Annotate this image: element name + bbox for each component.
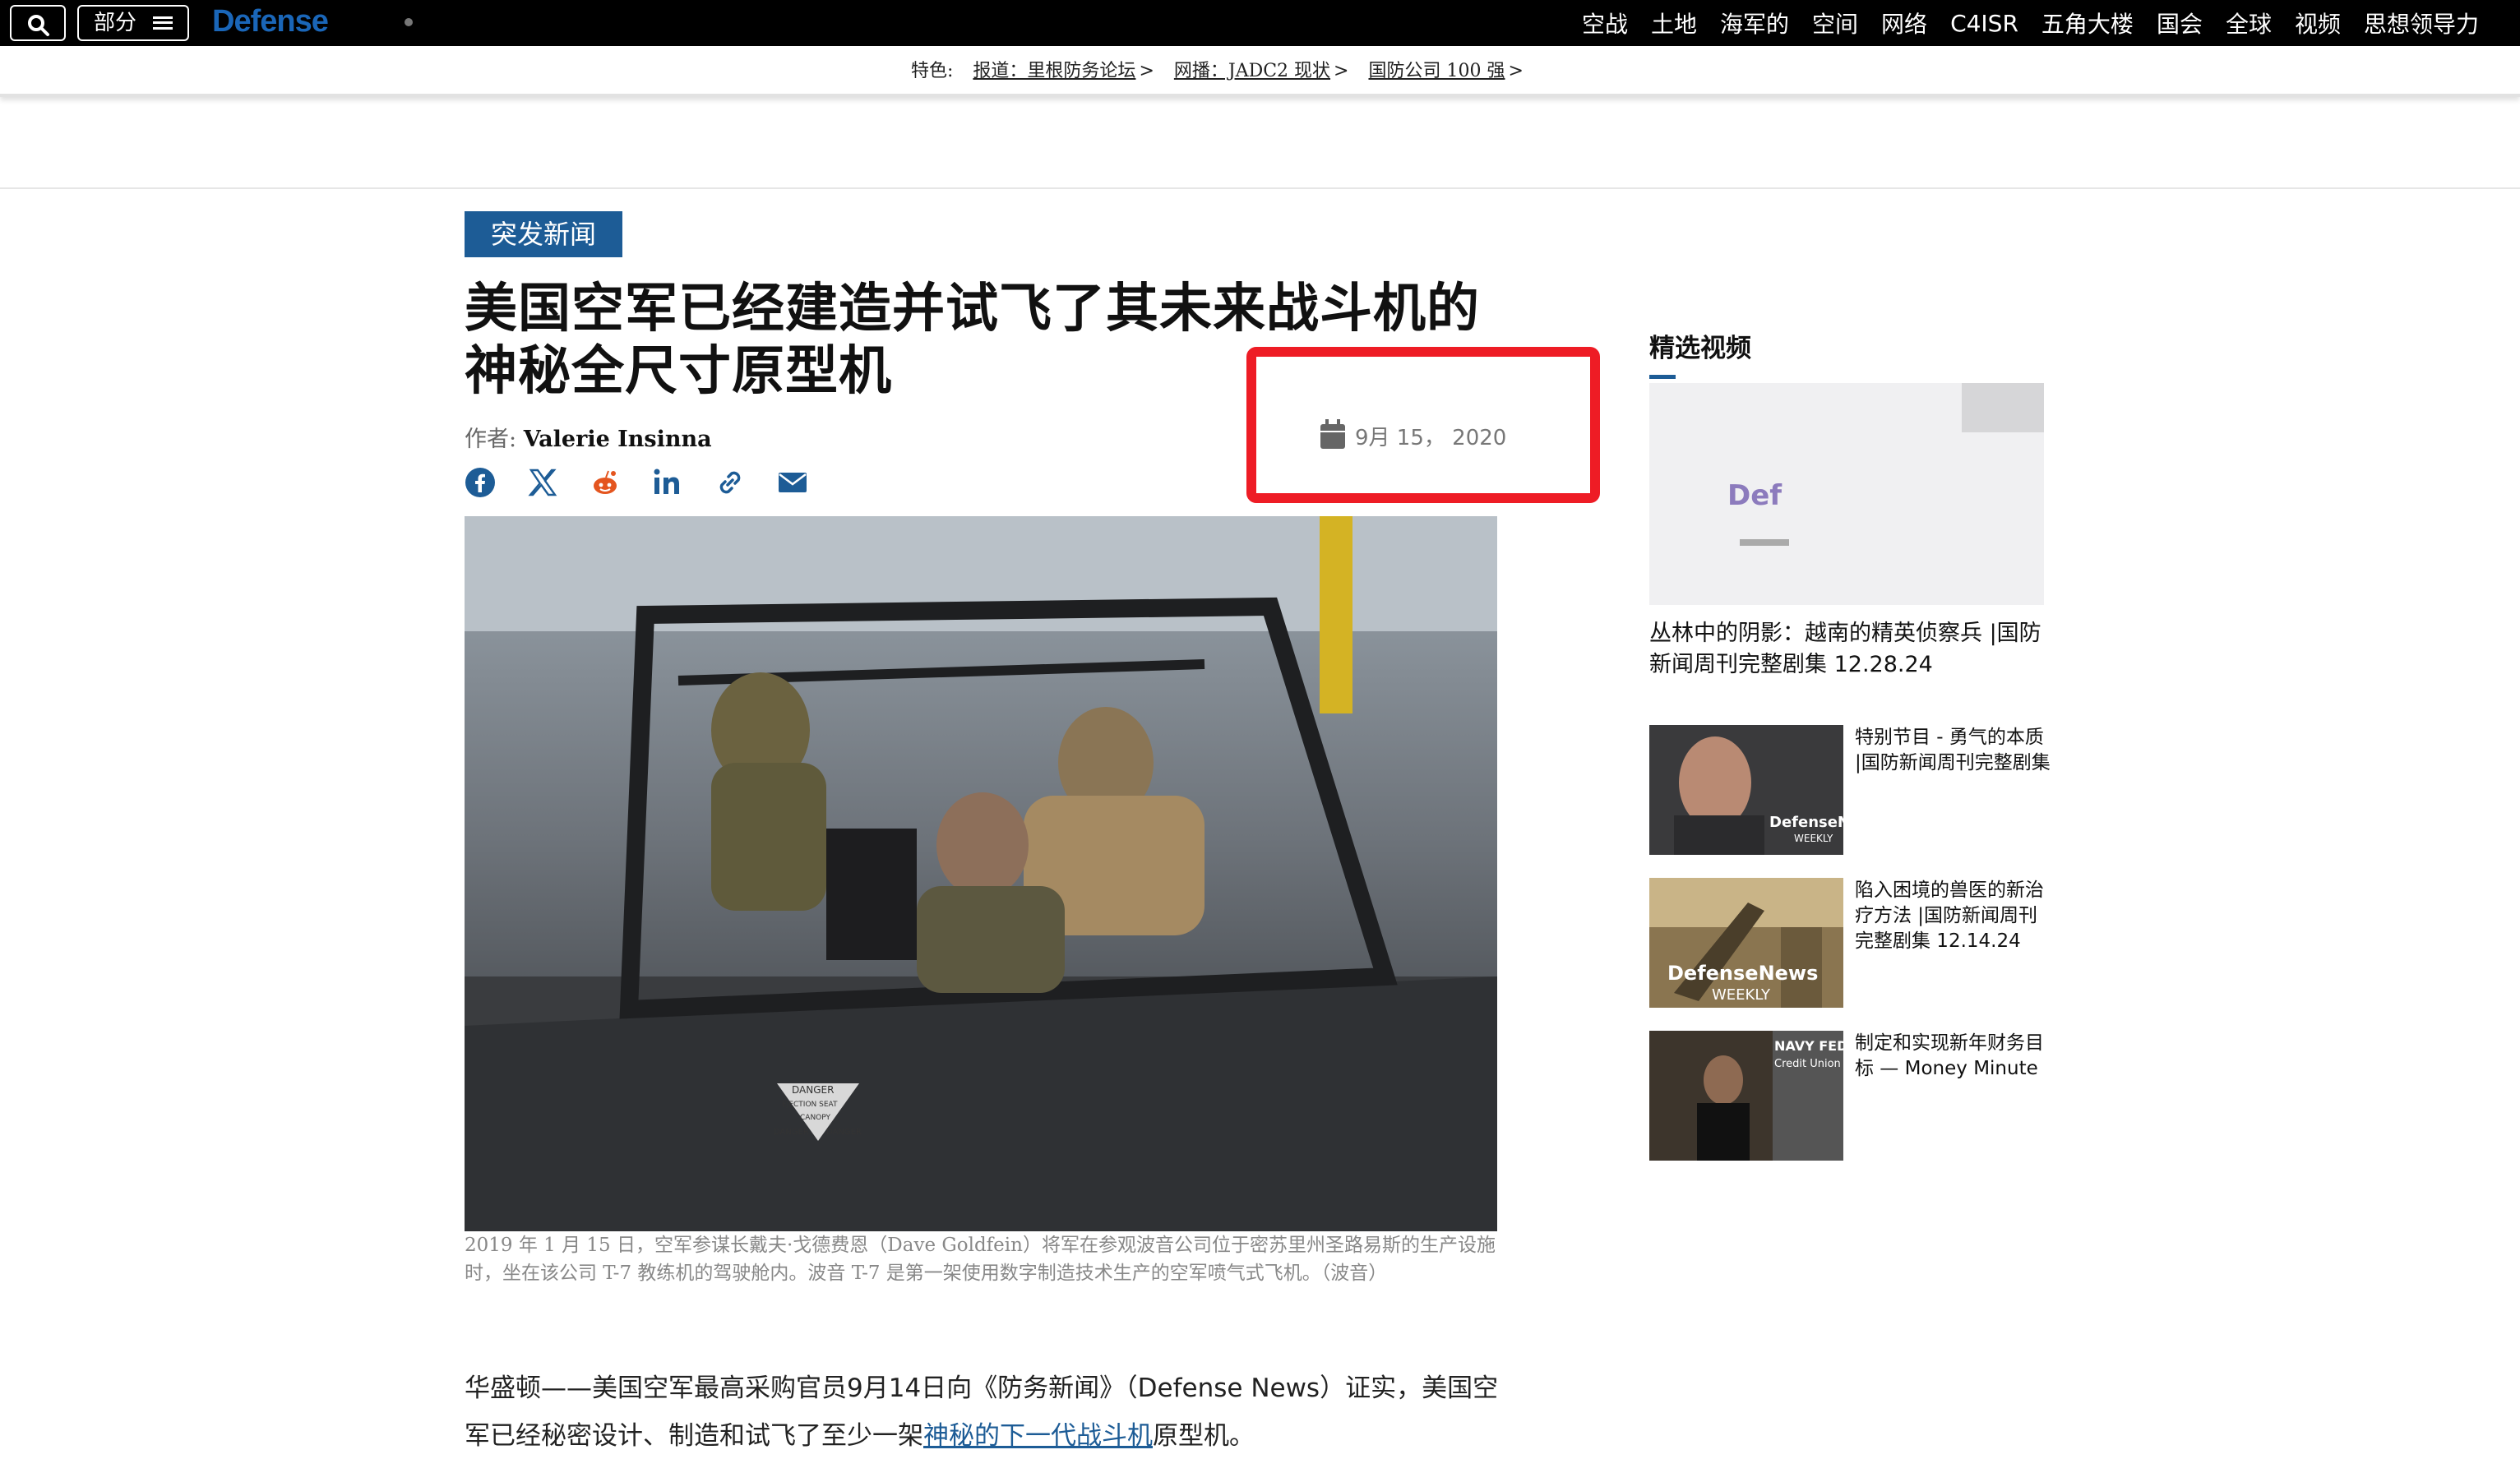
nav-thought-leadership[interactable]: 思想领导力 <box>2364 7 2479 39</box>
featured-strip: 特色: 报道：里根防务论坛 > 网播：JADC2 现状 > 国防公司 100 强 > <box>0 46 2520 97</box>
nav-land[interactable]: 土地 <box>1651 7 1697 39</box>
sections-label: 部分 <box>94 11 137 35</box>
byline: 作者: Valerie Insinna <box>465 421 712 453</box>
hamburger-menu-icon <box>153 16 173 30</box>
video-item[interactable]: DefenseNews WEEKLY 特别节目 - 勇气的本质 |国防新闻周刊完… <box>1649 725 2051 856</box>
video-title[interactable]: 陷入困境的兽医的新治疗方法 |国防新闻周刊完整剧集 12.14.24 <box>1855 878 2052 954</box>
nav-pentagon[interactable]: 五角大楼 <box>2041 7 2134 39</box>
nav-global[interactable]: 全球 <box>2226 7 2272 39</box>
video-thumb-text: DefenseNews <box>1667 962 1818 985</box>
search-button[interactable] <box>10 5 66 41</box>
breaking-news-tag[interactable]: 突发新闻 <box>465 211 622 257</box>
x-twitter-icon[interactable] <box>527 467 558 498</box>
email-icon[interactable] <box>777 467 808 498</box>
copy-link-icon[interactable] <box>714 467 746 498</box>
facebook-icon[interactable] <box>465 467 496 498</box>
video-thumb-text: DefenseNews <box>1769 814 1843 831</box>
logo-dot-icon <box>405 18 413 26</box>
video-thumb-subtext: Credit Union <box>1774 1058 1841 1070</box>
article-body: 华盛顿——美国空军最高采购官员9月14日向《防务新闻》（Defense News… <box>465 1364 1500 1460</box>
nav-air[interactable]: 空战 <box>1582 7 1628 39</box>
main-video-title[interactable]: 丛林中的阴影：越南的精英侦察兵 |国防新闻周刊完整剧集 12.28.24 <box>1649 618 2052 681</box>
featured-link-reagan-forum[interactable]: 报道：里根防务论坛 <box>973 61 1135 81</box>
hero-label-danger-left: DANGER <box>774 1128 809 1137</box>
sections-menu-button[interactable]: 部分 <box>77 5 189 41</box>
hero-image: DANGER EJECTION SEAT CANOPY DANGER DANGE… <box>465 516 1497 1231</box>
chevron-right-icon: > <box>1508 61 1524 81</box>
chevron-right-icon: > <box>1139 61 1154 81</box>
site-logo[interactable]: Defense <box>212 0 329 46</box>
nav-video[interactable]: 视频 <box>2295 7 2341 39</box>
featured-label: 特色: <box>911 61 954 81</box>
main-video-thumb-text: Def <box>1727 479 1782 512</box>
ad-space <box>0 97 2520 189</box>
video-thumb-text: NAVY FEDERAL <box>1774 1038 1843 1054</box>
body-link-next-gen-fighter[interactable]: 神秘的下一代战斗机 <box>923 1421 1153 1451</box>
body-text-end: 原型机。 <box>1153 1421 1255 1451</box>
featured-link-jadc2[interactable]: 网播：JADC2 现状 <box>1174 61 1330 81</box>
nav-space[interactable]: 空间 <box>1812 7 1858 39</box>
video-thumbnail[interactable]: DefenseNews WEEKLY <box>1649 878 1843 1008</box>
main-nav: 空战 土地 海军的 空间 网络 C4ISR 五角大楼 国会 全球 视频 思想领导… <box>1582 0 2479 46</box>
publish-date-text: 9月 15， 2020 <box>1355 426 1507 450</box>
hero-label-danger-right: DANGER <box>826 1128 862 1137</box>
video-thumbnail[interactable]: DefenseNews WEEKLY <box>1649 725 1843 855</box>
chevron-right-icon: > <box>1334 61 1349 81</box>
linkedin-icon[interactable] <box>652 467 683 498</box>
hero-caption: 2019 年 1 月 15 日，空军参谋长戴夫·戈德费恩（Dave Goldfe… <box>465 1235 1496 1284</box>
video-item[interactable]: DefenseNews WEEKLY 陷入困境的兽医的新治疗方法 |国防新闻周刊… <box>1649 878 2044 1009</box>
byline-prefix: 作者: <box>465 427 517 452</box>
top-navigation-bar: 部分 Defense 空战 土地 海军的 空间 网络 C4ISR 五角大楼 国会… <box>0 0 2520 46</box>
share-bar <box>465 467 808 498</box>
video-item[interactable]: NAVY FEDERAL Credit Union 制定和实现新年财务目标 — … <box>1649 1031 2044 1162</box>
nav-congress[interactable]: 国会 <box>2157 7 2203 39</box>
hero-label-ejection-seat: EJECTION SEAT <box>782 1101 838 1109</box>
nav-cyber[interactable]: 网络 <box>1881 7 1927 39</box>
search-icon <box>28 15 49 36</box>
reddit-icon[interactable] <box>590 467 621 498</box>
nav-c4isr[interactable]: C4ISR <box>1950 10 2018 37</box>
hero-label-danger: DANGER <box>792 1084 834 1096</box>
video-thumb-subtext: WEEKLY <box>1794 833 1833 844</box>
video-thumbnail[interactable]: NAVY FEDERAL Credit Union <box>1649 1031 1843 1161</box>
hero-label-canopy: CANOPY <box>800 1114 830 1122</box>
featured-videos-title: 精选视频 <box>1649 327 1751 379</box>
video-thumb-subtext: WEEKLY <box>1712 986 1771 1004</box>
main-video-thumbnail[interactable]: Def <box>1649 383 2044 605</box>
author-name[interactable]: Valerie Insinna <box>524 427 712 452</box>
featured-link-top100[interactable]: 国防公司 100 强 <box>1368 61 1505 81</box>
publish-date: 9月 15， 2020 <box>1320 418 1507 451</box>
video-title[interactable]: 制定和实现新年财务目标 — Money Minute <box>1855 1031 2052 1082</box>
video-title[interactable]: 特别节目 - 勇气的本质 |国防新闻周刊完整剧集 <box>1855 725 2052 776</box>
calendar-icon <box>1320 418 1345 449</box>
nav-naval[interactable]: 海军的 <box>1720 7 1789 39</box>
